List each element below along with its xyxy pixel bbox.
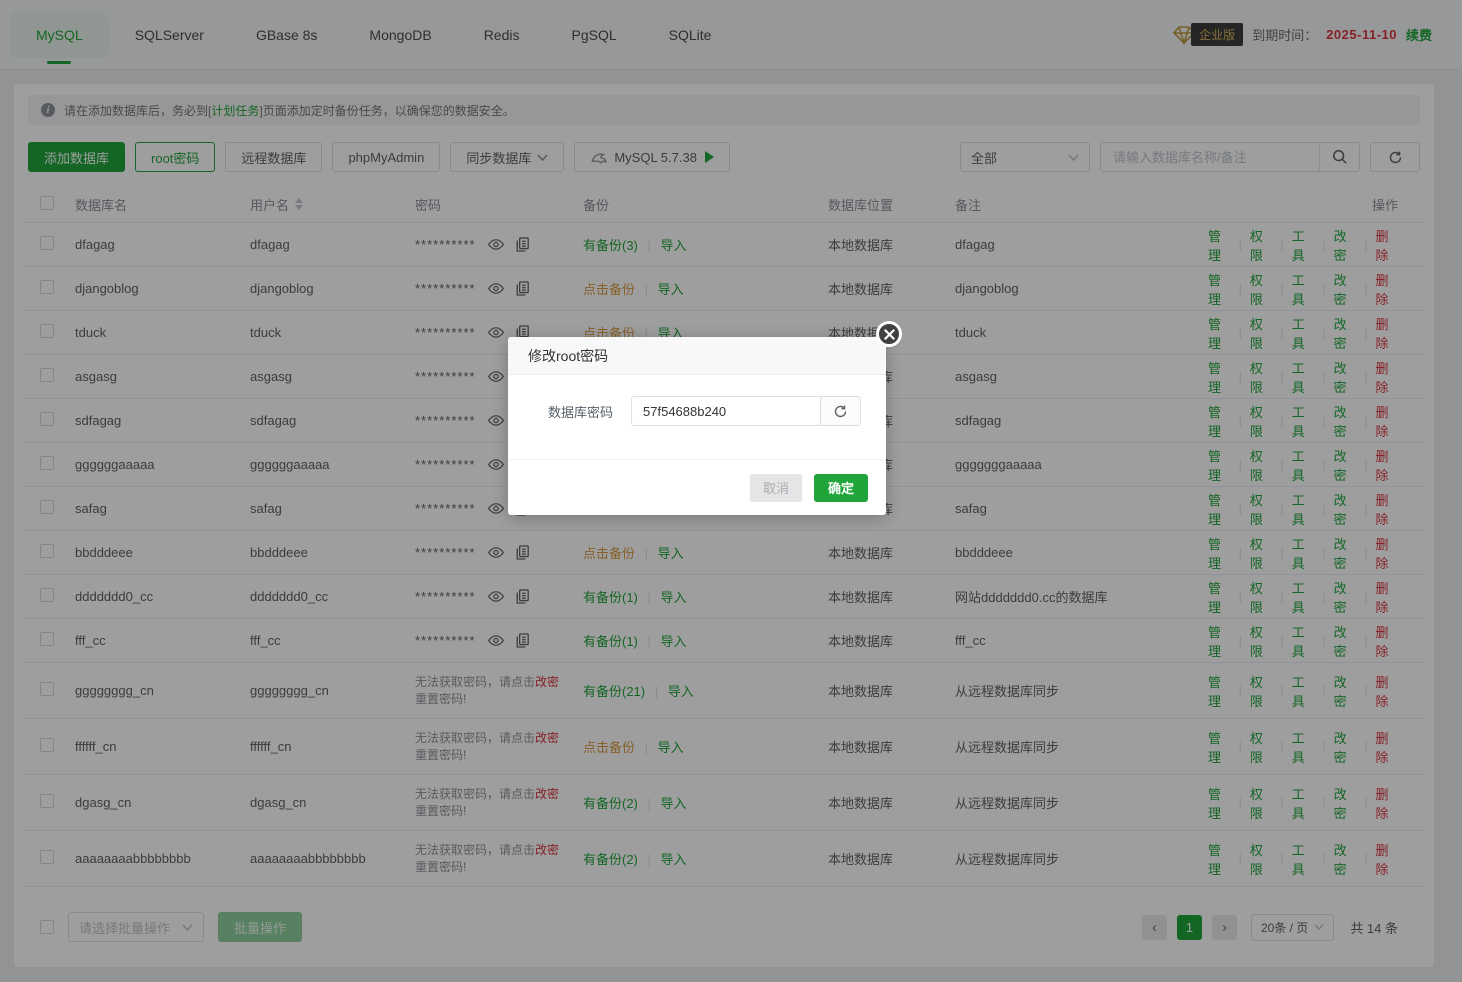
cancel-button[interactable]: 取消 xyxy=(750,474,802,502)
password-field-label: 数据库密码 xyxy=(548,402,613,421)
root-password-input[interactable] xyxy=(631,396,821,426)
close-icon[interactable] xyxy=(876,321,902,347)
modal-title: 修改root密码 xyxy=(508,337,886,375)
generate-password-icon[interactable] xyxy=(821,396,861,426)
confirm-button[interactable]: 确定 xyxy=(814,474,868,502)
root-password-modal: 修改root密码 数据库密码 取消 确定 xyxy=(508,337,886,515)
